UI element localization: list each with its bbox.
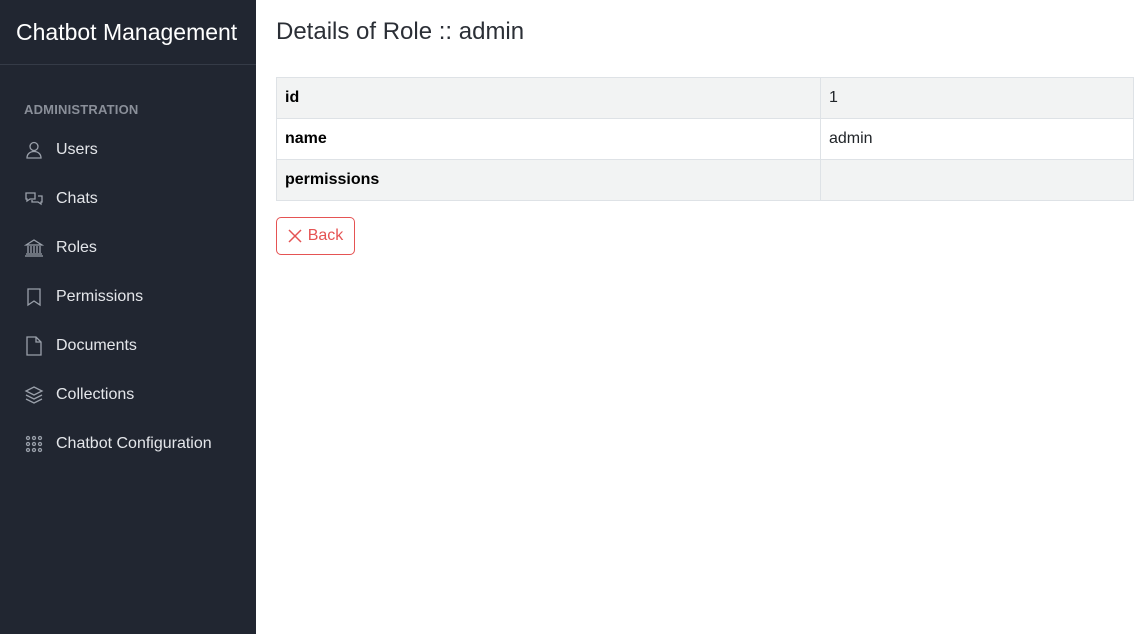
nav-section-title: ADMINISTRATION [24,102,139,117]
table-row: permissions [276,159,1134,201]
sidebar-item-label: Roles [56,238,97,256]
sidebar-item-label: Collections [56,385,135,403]
table-row: id 1 [276,77,1134,119]
back-button[interactable]: Back [276,217,355,255]
sidebar-item-label: Chatbot Configuration [56,434,212,452]
app-root: Chatbot Management ADMINISTRATION Users … [0,0,1148,634]
sidebar-item-label: Chats [56,189,98,207]
row-value: admin [820,118,1134,160]
row-key: permissions [276,159,821,201]
sidebar-item-roles[interactable]: Roles [0,223,256,272]
row-key: name [276,118,821,160]
user-icon [24,140,44,160]
row-value: 1 [820,77,1134,119]
sidebar: Chatbot Management ADMINISTRATION Users … [0,0,256,634]
document-icon [24,335,44,356]
nav-list: Users Chats Roles Permissions Documents … [0,125,256,468]
details-table: id 1 name admin permissions [276,77,1134,201]
sidebar-item-documents[interactable]: Documents [0,321,256,370]
sidebar-item-permissions[interactable]: Permissions [0,272,256,321]
row-value [820,159,1134,201]
sidebar-item-label: Documents [56,336,137,354]
main-content: Details of Role :: admin id 1 name admin… [256,0,1148,634]
close-icon [288,229,302,243]
sidebar-item-users[interactable]: Users [0,125,256,174]
sidebar-item-chatbot-configuration[interactable]: Chatbot Configuration [0,419,256,468]
sidebar-brand[interactable]: Chatbot Management [0,0,256,65]
sidebar-item-collections[interactable]: Collections [0,370,256,419]
page-title: Details of Role :: admin [276,18,525,45]
sidebar-item-chats[interactable]: Chats [0,174,256,223]
table-row: name admin [276,118,1134,160]
layers-icon [24,385,44,405]
bank-icon [24,238,44,258]
bookmark-icon [24,287,44,307]
sidebar-item-label: Permissions [56,287,144,305]
back-button-label: Back [307,227,344,244]
row-key: id [276,77,821,119]
chat-icon [24,189,44,209]
sidebar-item-label: Users [56,140,98,158]
grid-dots-icon [24,434,44,454]
